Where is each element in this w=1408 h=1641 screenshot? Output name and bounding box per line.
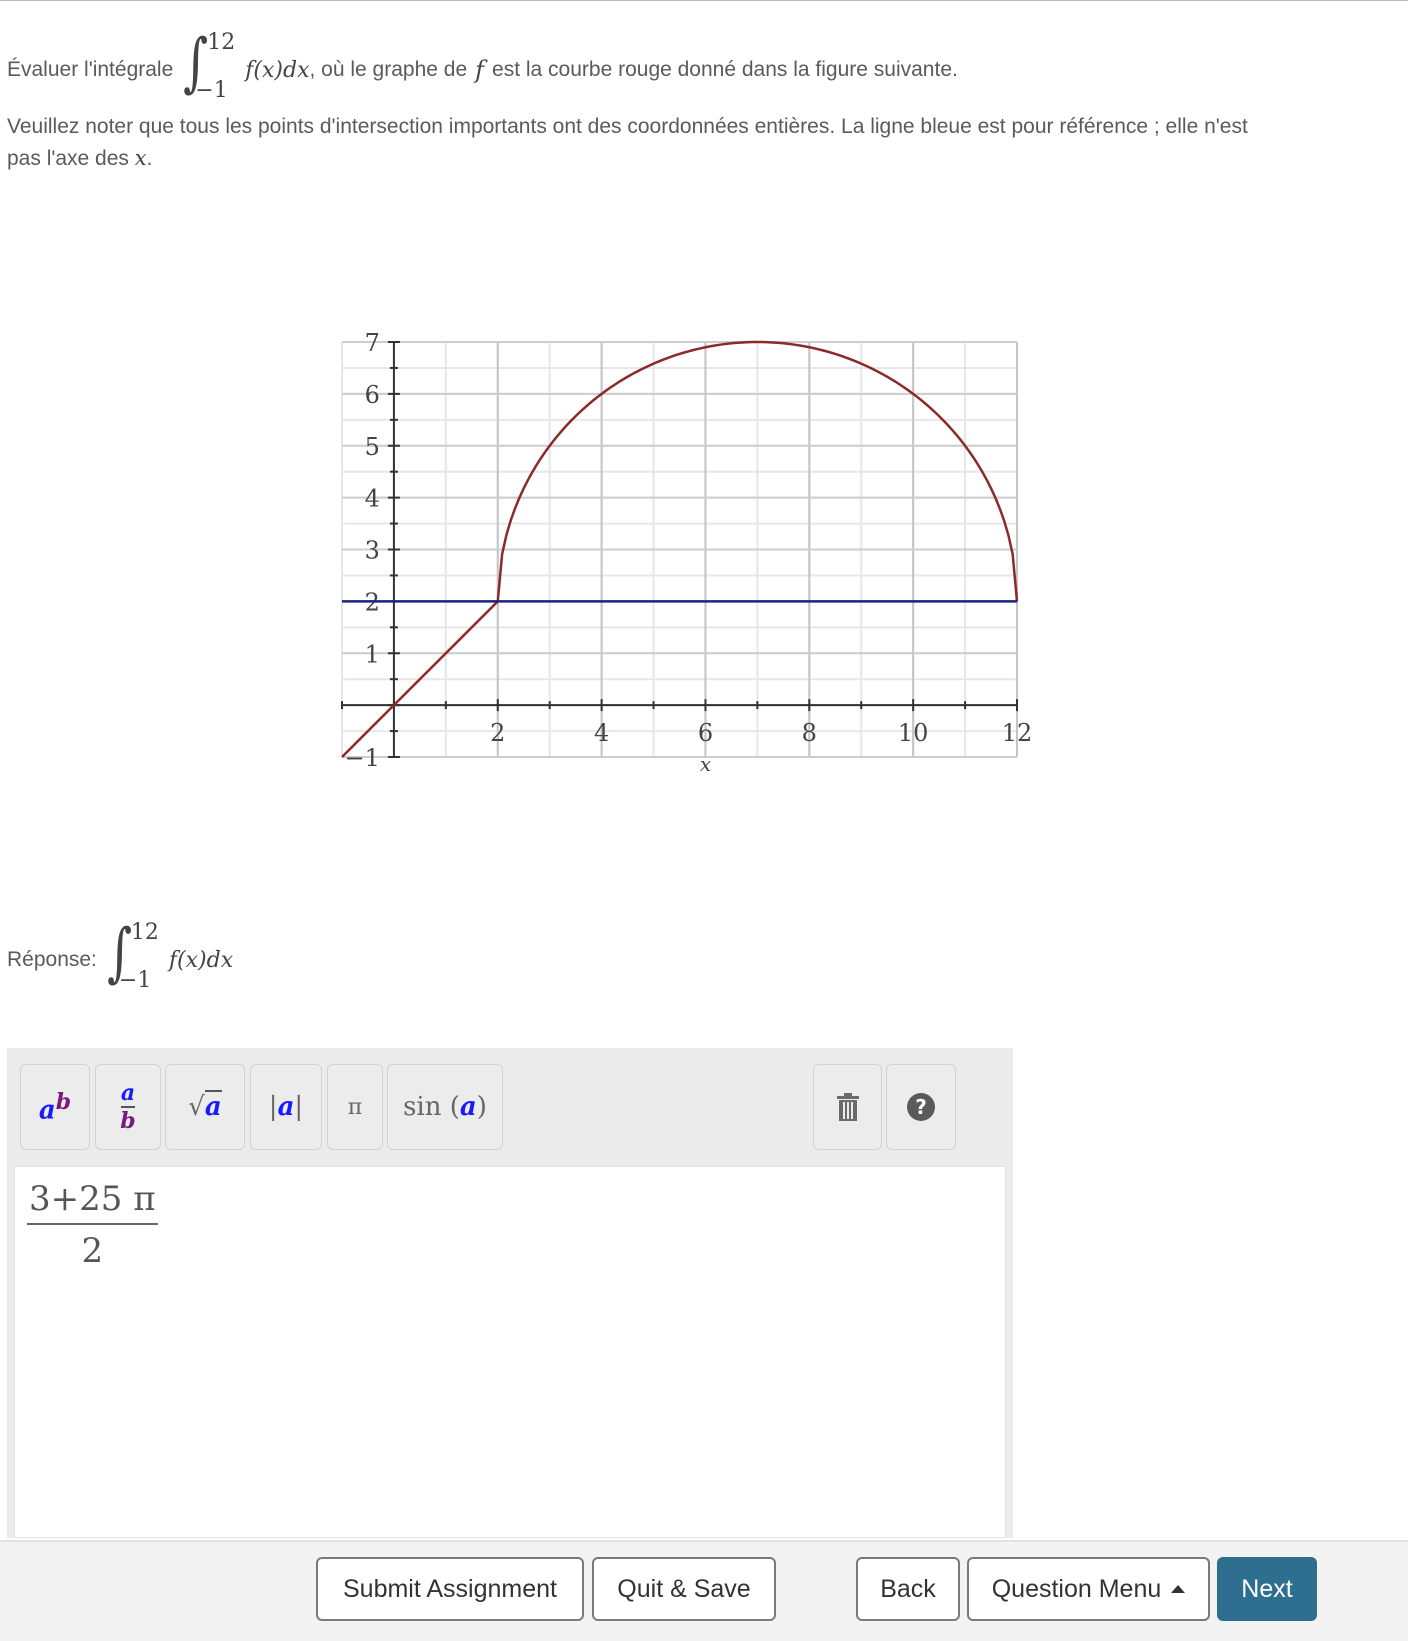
x-tick-label: 4	[594, 719, 609, 747]
sin-button[interactable]: sin (a)	[387, 1064, 503, 1150]
x-tick-label: 10	[898, 719, 929, 747]
y-tick-label: 6	[365, 381, 380, 409]
x-axis-label: x	[700, 752, 711, 776]
question-line-2: Veuillez noter que tous les points d'int…	[7, 115, 1248, 138]
question-suffix-a: , où le graphe de	[309, 58, 468, 81]
submit-assignment-button[interactable]: Submit Assignment	[316, 1557, 584, 1621]
question-line-3-text: pas l'axe des	[7, 147, 129, 170]
sqrt-icon: √a	[188, 1090, 222, 1122]
math-editor: ab a b √a |a| π sin (a) ? 3+25 π 2	[7, 1048, 1013, 1538]
bottom-toolbar: Submit Assignment Quit & Save Back Quest…	[0, 1540, 1408, 1641]
help-button[interactable]: ?	[886, 1064, 956, 1150]
x-tick-label: 2	[490, 719, 505, 747]
abs-icon: |a|	[268, 1092, 304, 1122]
fraction-icon: a b	[120, 1080, 136, 1134]
question-suffix-b: est la courbe rouge donné dans la figure…	[492, 58, 958, 81]
answer-label-row: Réponse: ∫ 12 −1 f(x)dx	[7, 916, 234, 1002]
function-graph: 2 4 6 8 10 12−11234567 x	[341, 329, 1033, 776]
answer-integrand: f(x)dx	[168, 947, 234, 973]
integral-lower-bound: −1	[118, 968, 152, 993]
y-tick-label: 5	[365, 433, 380, 461]
integrand: f(x)dx	[245, 57, 310, 83]
help-icon: ?	[907, 1093, 935, 1121]
answer-input[interactable]: 3+25 π 2	[14, 1166, 1006, 1538]
integral-upper-bound: 12	[207, 30, 236, 55]
caret-up-icon	[1171, 1585, 1186, 1593]
abs-button[interactable]: |a|	[250, 1064, 322, 1150]
power-button[interactable]: ab	[20, 1064, 90, 1150]
fraction-button[interactable]: a b	[95, 1064, 161, 1150]
y-tick-label: 1	[365, 640, 380, 668]
x-tick-label: 12	[1002, 719, 1033, 747]
f-symbol: f	[475, 56, 485, 84]
y-tick-label: 3	[365, 537, 380, 565]
question-line-1: Évaluer l'intégrale ∫ 12 −1 f(x)dx , où …	[7, 26, 958, 112]
integral-expression: ∫ 12 −1	[177, 26, 245, 110]
question-prefix: Évaluer l'intégrale	[7, 58, 174, 81]
sqrt-button[interactable]: √a	[165, 1064, 245, 1150]
back-button[interactable]: Back	[856, 1557, 960, 1621]
grid-major	[342, 341, 1018, 758]
question-line-3-period: .	[146, 147, 153, 170]
pi-button[interactable]: π	[327, 1064, 383, 1150]
y-tick-label: 7	[365, 329, 380, 357]
top-divider	[0, 0, 1408, 1]
power-icon: ab	[38, 1088, 72, 1126]
answer-fraction: 3+25 π 2	[27, 1179, 158, 1271]
pi-icon: π	[347, 1094, 363, 1120]
answer-denominator: 2	[81, 1231, 104, 1271]
answer-label: Réponse:	[7, 948, 97, 971]
question-line-3: pas l'axe des x.	[7, 146, 152, 171]
x-tick-label: 6	[698, 719, 713, 747]
quit-save-button[interactable]: Quit & Save	[592, 1557, 776, 1621]
sin-icon: sin (a)	[403, 1092, 487, 1122]
x-tick-label: 8	[802, 719, 817, 747]
answer-numerator: 3+25 π	[27, 1179, 158, 1225]
svg-text:?: ?	[915, 1095, 927, 1119]
question-menu-button[interactable]: Question Menu	[967, 1557, 1210, 1621]
clear-button[interactable]	[813, 1064, 882, 1150]
integral-upper-bound: 12	[130, 920, 159, 945]
trash-icon	[836, 1093, 859, 1121]
next-button[interactable]: Next	[1217, 1557, 1317, 1621]
integral-lower-bound: −1	[195, 78, 228, 103]
x-variable: x	[134, 146, 147, 170]
y-tick-label: 4	[365, 485, 380, 513]
question-menu-label: Question Menu	[991, 1574, 1162, 1603]
answer-integral: ∫ 12 −1	[101, 916, 169, 1000]
